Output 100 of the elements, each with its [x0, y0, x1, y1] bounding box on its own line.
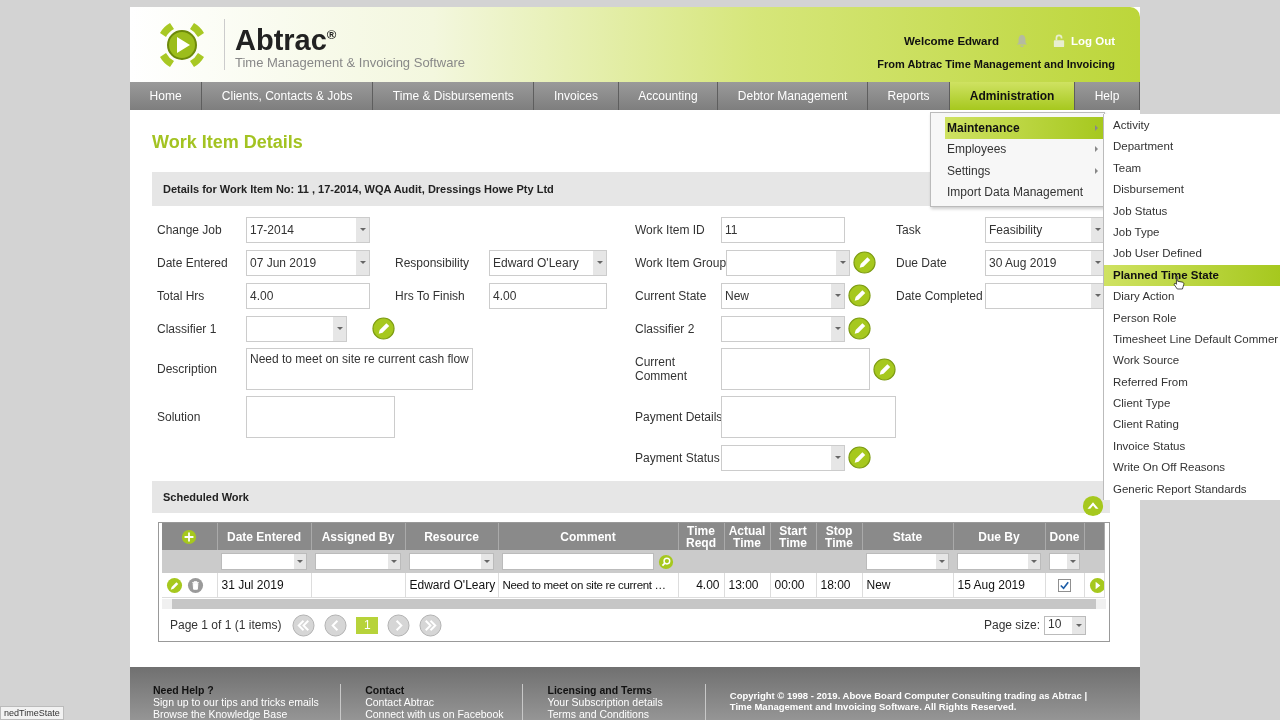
caret-icon: [336, 327, 343, 330]
menu-item[interactable]: Job Type: [1104, 221, 1280, 244]
page-size-dropdown[interactable]: 10: [1044, 615, 1086, 635]
last-page-button[interactable]: [419, 613, 443, 637]
dropdown-field[interactable]: New: [721, 282, 845, 309]
dropdown-field[interactable]: Feasibility: [985, 216, 1105, 243]
filter-dropdown[interactable]: [866, 553, 949, 570]
menu-item[interactable]: Diary Action: [1104, 286, 1280, 308]
row-arrow-button[interactable]: [1088, 576, 1104, 594]
menu-item[interactable]: Employees: [945, 138, 1104, 160]
table-cell: Edward O'Leary: [409, 578, 496, 592]
text-area[interactable]: [721, 348, 870, 390]
menu-item[interactable]: Import Data Management: [945, 181, 1104, 203]
menu-item[interactable]: Write On Off Reasons: [1104, 457, 1280, 479]
add-button[interactable]: [181, 528, 198, 545]
field-label: Hrs To Finish: [395, 288, 466, 303]
search-button[interactable]: [658, 553, 674, 570]
caret-icon: [1075, 623, 1082, 627]
filter-field[interactable]: [502, 553, 654, 570]
section-title: Scheduled Work: [163, 491, 249, 503]
menu-item[interactable]: Job User Defined: [1104, 243, 1280, 265]
table-cell: Need to meet on site re current …: [502, 579, 666, 591]
footer-link[interactable]: Your Subscription details: [547, 696, 687, 708]
field-label: Date Entered: [157, 255, 229, 270]
first-page-button[interactable]: [292, 613, 316, 637]
caret-icon: [1070, 560, 1076, 563]
footer-heading: Need Help ?: [153, 684, 215, 696]
filter-dropdown[interactable]: [1049, 553, 1080, 570]
edit-button[interactable]: [873, 357, 896, 381]
dropdown-field[interactable]: [726, 249, 851, 276]
caret-icon: [839, 261, 846, 264]
menu-item[interactable]: Work Source: [1104, 350, 1280, 372]
field-label: Total Hrs: [157, 288, 206, 303]
menu-item[interactable]: Disbursement: [1104, 179, 1280, 201]
edit-button[interactable]: [848, 446, 871, 469]
caret-icon: [834, 294, 841, 297]
previous-page-button[interactable]: [324, 613, 348, 637]
edit-button[interactable]: [166, 576, 183, 594]
edit-button[interactable]: [848, 317, 871, 340]
menu-item[interactable]: Planned Time State: [1104, 264, 1280, 287]
table-cell: New: [866, 578, 891, 592]
footer-link[interactable]: Sign up to our tips and tricks emails: [153, 696, 323, 708]
text-area[interactable]: [246, 396, 395, 438]
delete-button[interactable]: [187, 576, 204, 594]
page-size-label: Page size:: [983, 618, 1040, 632]
edit-button[interactable]: [853, 251, 877, 274]
caret-icon: [359, 228, 366, 231]
menu-item[interactable]: Referred From: [1104, 371, 1280, 394]
caret-icon: [834, 456, 841, 459]
field-label: Work Item Group: [635, 255, 727, 270]
field-label: Due Date: [896, 255, 948, 270]
next-page-button[interactable]: [387, 613, 411, 637]
menu-item[interactable]: Client Rating: [1104, 414, 1280, 436]
filter-dropdown[interactable]: [221, 553, 307, 570]
bell-icon[interactable]: [1014, 34, 1029, 48]
input-field[interactable]: 4.00: [246, 282, 370, 309]
menu-item[interactable]: Activity: [1104, 115, 1280, 137]
menu-item[interactable]: Team: [1104, 157, 1280, 180]
status-tooltip: nedTimeState: [0, 706, 64, 720]
dropdown-field[interactable]: 07 Jun 2019: [246, 249, 370, 276]
text-area[interactable]: Need to meet on site re current cash flow: [246, 348, 473, 390]
caret-icon: [596, 261, 603, 264]
menu-item[interactable]: Generic Report Standards: [1104, 478, 1280, 501]
menu-item[interactable]: Maintenance: [945, 117, 1104, 139]
caret-icon: [391, 560, 397, 563]
table-cell: 18:00: [820, 578, 851, 592]
footer-heading: Licensing and Terms: [547, 684, 653, 696]
table-cell: 00:00: [774, 578, 805, 592]
table-cell: 4.00: [696, 578, 720, 592]
menu-item[interactable]: Department: [1104, 136, 1280, 158]
menu-item[interactable]: Settings: [945, 160, 1104, 182]
edit-button[interactable]: [848, 284, 871, 307]
menu-item[interactable]: Invoice Status: [1104, 435, 1280, 458]
filter-dropdown[interactable]: [315, 553, 401, 570]
done-checkbox[interactable]: [1058, 579, 1071, 593]
filter-dropdown[interactable]: [957, 553, 1041, 570]
menu-item[interactable]: Person Role: [1104, 307, 1280, 329]
footer-link[interactable]: Contact Abtrac: [365, 696, 505, 708]
menu-item[interactable]: Timesheet Line Default Commer: [1104, 328, 1280, 351]
dropdown-field[interactable]: 30 Aug 2019: [985, 249, 1105, 276]
menu-item[interactable]: Job Status: [1104, 200, 1280, 222]
nav-tab[interactable]: Administration: [950, 82, 1076, 110]
dropdown-field[interactable]: [721, 444, 845, 471]
text-area[interactable]: [721, 396, 896, 438]
dropdown-field[interactable]: 17-2014: [246, 216, 370, 243]
filter-dropdown[interactable]: [409, 553, 494, 570]
dropdown-field[interactable]: [985, 282, 1105, 309]
dropdown-field[interactable]: Edward O'Leary: [489, 249, 607, 276]
edit-button[interactable]: [372, 317, 395, 340]
horizontal-scrollbar[interactable]: [162, 599, 1106, 609]
field-label: Work Item ID: [635, 222, 706, 237]
menu-item[interactable]: Client Type: [1104, 393, 1280, 415]
dropdown-field[interactable]: [721, 315, 845, 342]
field-label: Current State: [635, 288, 708, 303]
collapse-button[interactable]: [1082, 495, 1104, 517]
dropdown-field[interactable]: [246, 315, 347, 342]
field-label: Responsibility: [395, 255, 471, 270]
caret-icon: [834, 327, 841, 330]
input-field[interactable]: 11: [721, 216, 845, 243]
input-field[interactable]: 4.00: [489, 282, 607, 309]
